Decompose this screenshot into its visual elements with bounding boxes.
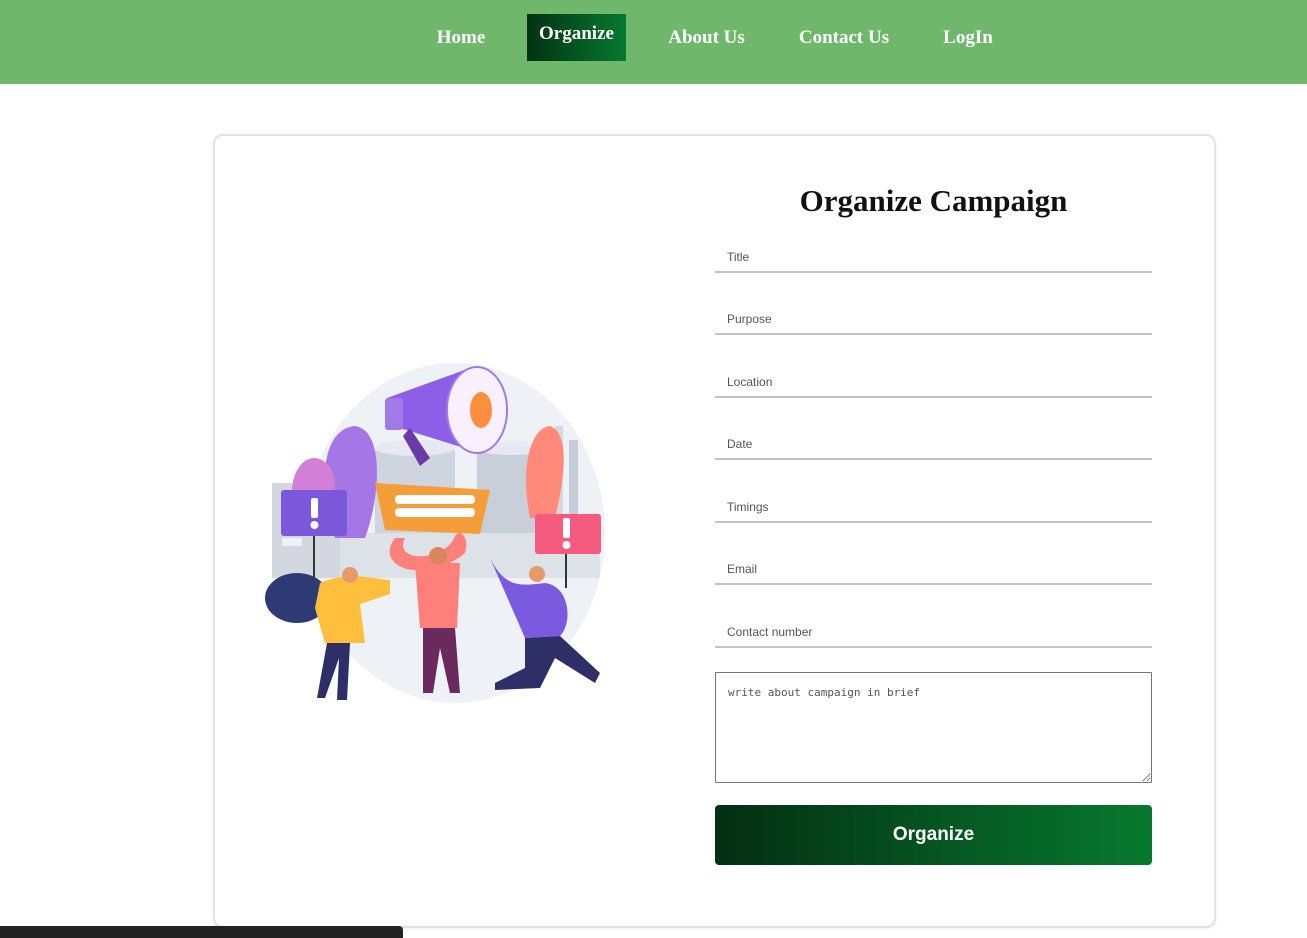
purpose-input[interactable] bbox=[715, 293, 1152, 335]
nav-home-link[interactable]: Home bbox=[423, 14, 499, 61]
nav-organize-link[interactable]: Organize bbox=[527, 14, 626, 61]
location-input[interactable] bbox=[715, 356, 1152, 398]
nav-home-label: Home bbox=[436, 26, 486, 48]
nav-about-link[interactable]: About Us bbox=[655, 14, 758, 61]
campaign-brief-textarea[interactable] bbox=[715, 672, 1152, 783]
organize-submit-button[interactable]: Organize bbox=[715, 805, 1152, 865]
timings-input[interactable] bbox=[715, 481, 1152, 523]
email-input[interactable] bbox=[715, 543, 1152, 585]
top-navbar: Home Organize About Us Contact Us LogIn bbox=[0, 0, 1307, 84]
nav-about-label: About Us bbox=[668, 26, 745, 48]
title-input[interactable] bbox=[715, 231, 1152, 273]
nav-login-link[interactable]: LogIn bbox=[931, 14, 1005, 61]
nav-login-label: LogIn bbox=[943, 26, 993, 48]
megaphone-protest-illustration bbox=[265, 363, 605, 703]
date-input[interactable] bbox=[715, 418, 1152, 460]
bottom-overlay-bar bbox=[0, 926, 403, 938]
nav-contact-link[interactable]: Contact Us bbox=[786, 14, 902, 61]
nav-organize-label: Organize bbox=[539, 22, 614, 44]
nav-contact-label: Contact Us bbox=[798, 26, 890, 48]
form-title: Organize Campaign bbox=[799, 183, 1068, 218]
contact-number-input[interactable] bbox=[715, 606, 1152, 648]
